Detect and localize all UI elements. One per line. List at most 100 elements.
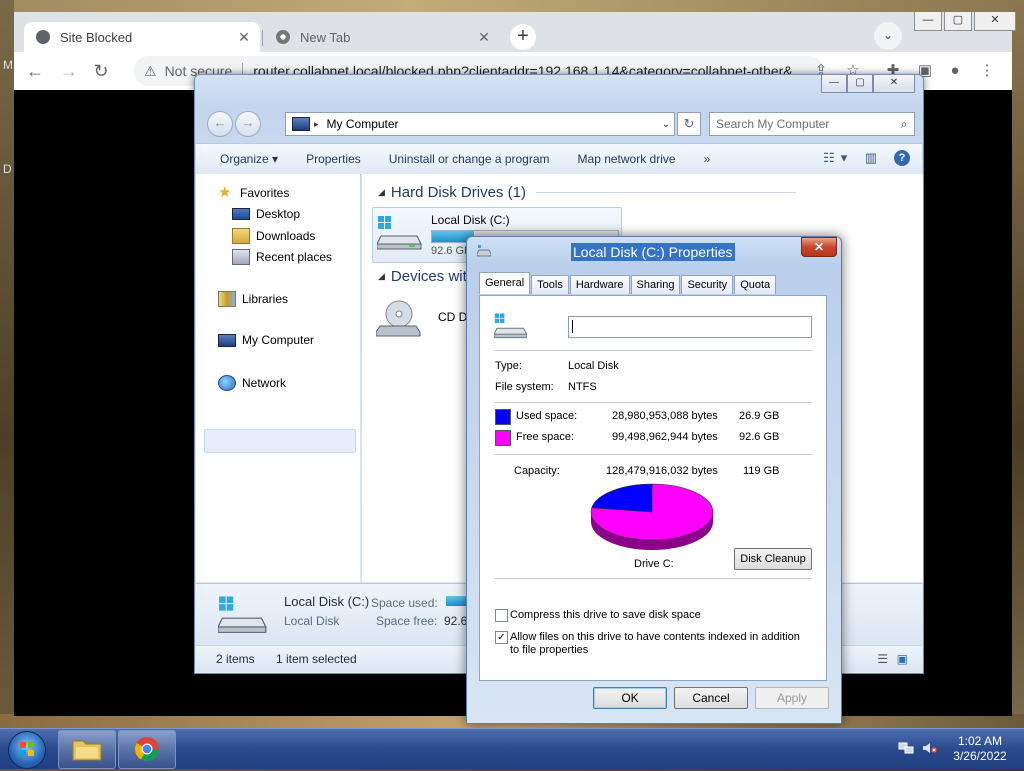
- divider: [494, 350, 812, 351]
- nav-desktop[interactable]: Desktop: [232, 207, 300, 221]
- collapse-arrow-icon[interactable]: ◢: [378, 187, 385, 198]
- tab-hardware[interactable]: Hardware: [569, 275, 630, 294]
- map-network-drive-command[interactable]: Map network drive: [564, 152, 690, 166]
- nav-my-computer[interactable]: My Computer: [218, 333, 314, 347]
- explorer-address-bar[interactable]: ▸ My Computer ⌄: [285, 112, 675, 136]
- globe-icon: [36, 30, 50, 44]
- system-clock[interactable]: 1:02 AM 3/26/2022: [944, 734, 1016, 764]
- nav-libraries[interactable]: Libraries: [218, 291, 288, 307]
- nav-favorites[interactable]: ★ Favorites: [218, 184, 289, 201]
- tab-tools[interactable]: Tools: [531, 275, 569, 294]
- nav-network[interactable]: Network: [218, 375, 286, 391]
- details-view-icon[interactable]: ☰: [877, 652, 888, 666]
- organize-menu[interactable]: Organize ▾: [196, 152, 292, 166]
- item-count: 2 items: [216, 652, 255, 666]
- desktop-icon: [232, 208, 250, 220]
- taskbar: 1:02 AM 3/26/2022: [0, 728, 1024, 769]
- reload-button[interactable]: ↻: [90, 60, 112, 82]
- search-box[interactable]: Search My Computer ⌕: [709, 112, 915, 136]
- tab-general[interactable]: General: [479, 272, 531, 294]
- properties-command[interactable]: Properties: [292, 152, 375, 166]
- free-space-bytes: 99,498,962,944 bytes: [612, 431, 718, 443]
- taskbar-chrome-button[interactable]: [118, 730, 176, 769]
- index-label[interactable]: Allow files on this drive to have conten…: [510, 631, 810, 657]
- tab-strip: Site Blocked ✕ New Tab ✕ + ⌄ — ▢ ✕: [14, 12, 1016, 52]
- tab-sharing[interactable]: Sharing: [630, 275, 681, 294]
- new-tab-button[interactable]: +: [510, 24, 536, 50]
- compress-checkbox[interactable]: [495, 609, 508, 622]
- tab-quota[interactable]: Quota: [734, 275, 777, 294]
- chrome-icon: [276, 30, 290, 44]
- tab-security[interactable]: Security: [681, 275, 734, 294]
- divider: [494, 402, 812, 403]
- dialog-title: Local Disk (C:) Properties: [571, 243, 735, 261]
- search-icon[interactable]: ⌕: [894, 117, 914, 132]
- address-dropdown-icon[interactable]: ⌄: [658, 119, 674, 130]
- nav-label: Network: [242, 376, 287, 390]
- close-tab-icon[interactable]: ✕: [236, 29, 252, 46]
- compress-label[interactable]: Compress this drive to save disk space: [510, 609, 810, 622]
- nav-downloads[interactable]: Downloads: [232, 228, 315, 244]
- desktop-wallpaper-right: [1012, 0, 1024, 728]
- start-button[interactable]: [8, 731, 46, 769]
- group-devices-removable[interactable]: ◢ Devices with: [378, 268, 475, 285]
- group-hard-disk-drives[interactable]: ◢ Hard Disk Drives (1): [378, 184, 796, 201]
- profile-avatar-icon[interactable]: ●: [944, 60, 966, 82]
- hard-drive-icon: [377, 216, 422, 250]
- tab-site-blocked[interactable]: Site Blocked ✕: [24, 22, 260, 52]
- volume-label-input[interactable]: [568, 316, 812, 338]
- close-dialog-button[interactable]: ✕: [801, 237, 837, 257]
- taskbar-explorer-button[interactable]: [58, 730, 116, 769]
- more-commands-chevron-icon[interactable]: »: [690, 152, 725, 166]
- forward-button[interactable]: →: [58, 60, 80, 82]
- nav-recent-places[interactable]: Recent places: [232, 249, 332, 265]
- ok-button[interactable]: OK: [593, 687, 667, 709]
- collapse-arrow-icon[interactable]: ◢: [378, 271, 385, 282]
- navigation-pane: ★ Favorites Desktop Downloads Recent pla…: [196, 174, 360, 582]
- computer-icon: [218, 333, 236, 347]
- drive-name: Local Disk (C:): [431, 213, 510, 227]
- close-tab-icon[interactable]: ✕: [476, 29, 492, 46]
- minimize-button[interactable]: —: [821, 75, 847, 93]
- star-icon: ★: [218, 184, 232, 201]
- menu-kebab-icon[interactable]: ⋮: [976, 60, 998, 82]
- cancel-button[interactable]: Cancel: [674, 687, 748, 709]
- details-usage-bar: [446, 596, 468, 606]
- window-controls: — ▢ ✕: [914, 12, 1016, 32]
- volume-muted-tray-icon[interactable]: [922, 741, 938, 755]
- close-window-button[interactable]: ✕: [974, 12, 1016, 31]
- help-icon[interactable]: ?: [894, 150, 910, 166]
- nav-selection-highlight: [204, 429, 356, 453]
- maximize-button[interactable]: ▢: [847, 75, 873, 93]
- warning-icon[interactable]: ⚠: [144, 63, 157, 80]
- close-window-button[interactable]: ✕: [873, 75, 915, 93]
- divider: [494, 454, 812, 455]
- back-button[interactable]: ←: [207, 111, 233, 137]
- minimize-button[interactable]: —: [914, 12, 942, 31]
- change-view-icon[interactable]: ☷: [820, 149, 838, 167]
- tab-title: New Tab: [300, 29, 351, 45]
- file-system-label: File system:: [495, 381, 554, 393]
- disk-cleanup-button[interactable]: Disk Cleanup: [734, 548, 812, 570]
- details-type: Local Disk: [284, 614, 340, 628]
- tab-new-tab[interactable]: New Tab ✕: [264, 22, 500, 52]
- used-space-bytes: 28,980,953,088 bytes: [612, 410, 718, 422]
- forward-button[interactable]: →: [235, 111, 261, 137]
- used-space-size: 26.9 GB: [739, 410, 780, 422]
- apply-button[interactable]: Apply: [755, 687, 829, 709]
- breadcrumb-my-computer[interactable]: My Computer: [327, 117, 658, 131]
- tab-title: Site Blocked: [60, 29, 133, 45]
- uninstall-program-command[interactable]: Uninstall or change a program: [375, 152, 564, 166]
- back-button[interactable]: ←: [24, 60, 46, 82]
- large-icons-view-icon[interactable]: ▣: [897, 652, 908, 666]
- tab-search-button[interactable]: ⌄: [874, 22, 902, 50]
- network-tray-icon[interactable]: [898, 741, 914, 755]
- preview-pane-icon[interactable]: ▥: [862, 149, 880, 167]
- nav-label: Downloads: [256, 229, 316, 243]
- index-checkbox[interactable]: ✓: [495, 631, 508, 644]
- view-dropdown-icon[interactable]: ▾: [840, 149, 848, 167]
- search-placeholder[interactable]: Search My Computer: [710, 117, 894, 131]
- refresh-button[interactable]: ↻: [677, 112, 701, 136]
- breadcrumb-separator-icon[interactable]: ▸: [314, 119, 319, 130]
- maximize-button[interactable]: ▢: [944, 12, 972, 31]
